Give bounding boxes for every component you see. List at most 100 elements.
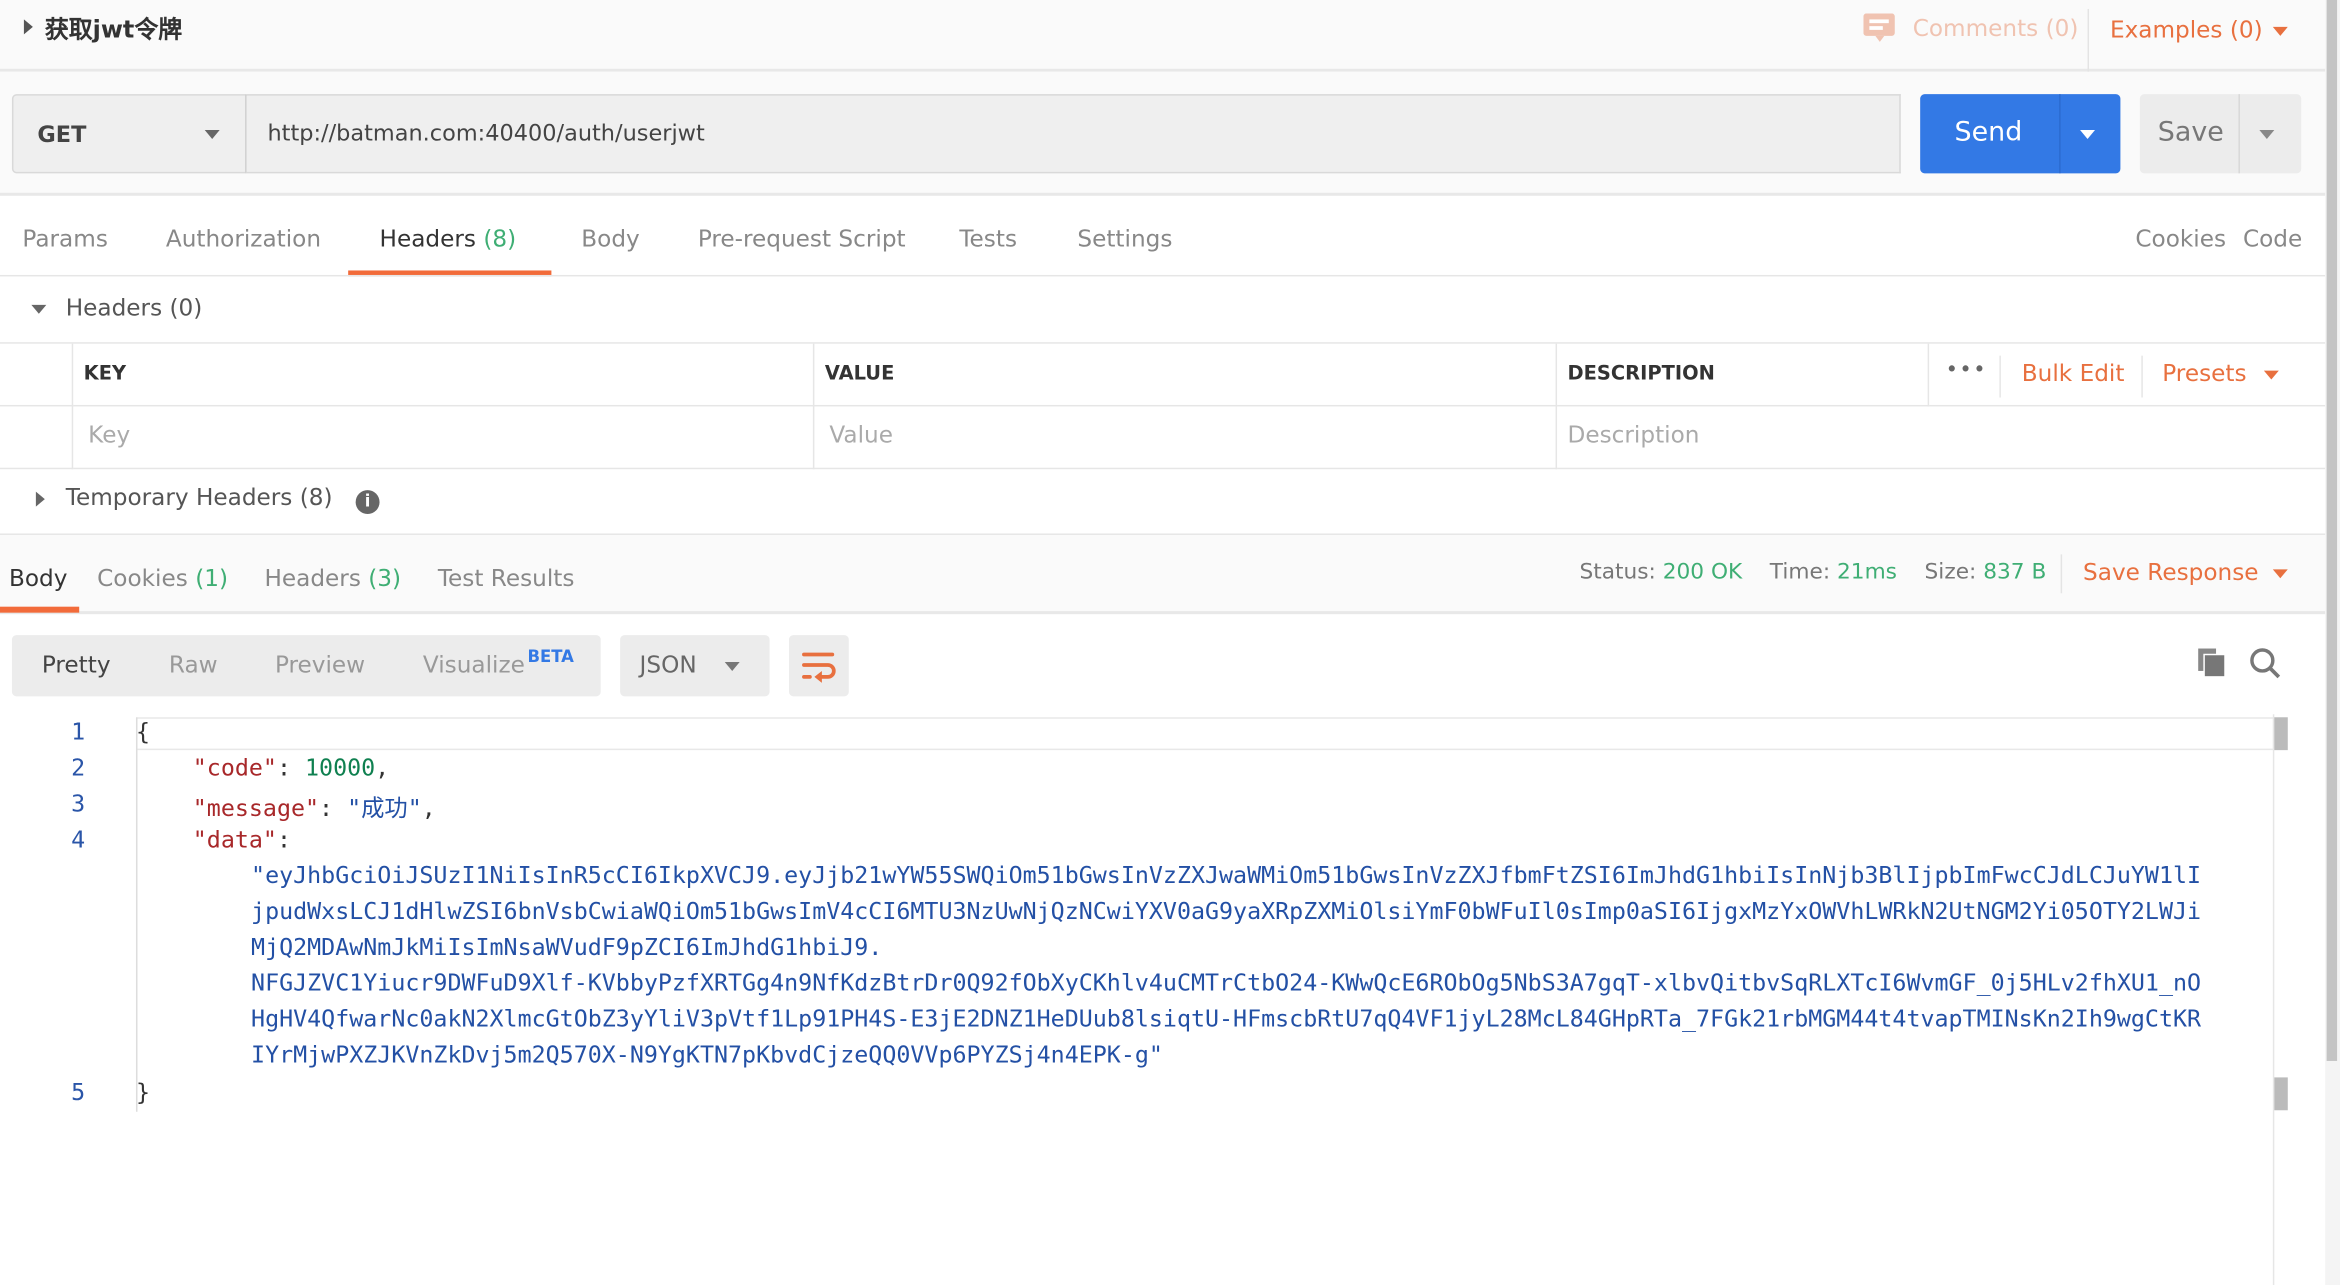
response-tab-body[interactable]: Body [9,565,67,592]
tab-pre-request-script[interactable]: Pre-request Script [698,226,906,253]
response-tab-headers[interactable]: Headers (3) [264,565,401,592]
send-button[interactable]: Send [1920,94,2121,174]
view-pretty[interactable]: Pretty [42,652,111,679]
cookies-link[interactable]: Cookies [2135,226,2226,253]
send-options-chevron-icon[interactable] [2080,130,2096,139]
divider [1999,355,2001,398]
json-string-line: NFGJZVC1Yiucr9DWFuD9Xlf-KVbbyPzfXRTGg4n9… [251,969,2202,997]
column-header-key: KEY [73,343,815,407]
value-input[interactable]: Value [814,406,1558,470]
tab-headers[interactable]: Headers (8) [380,226,517,253]
line-number: 5 [71,1078,86,1106]
tab-headers-count: (8) [483,225,517,253]
divider [2238,94,2240,174]
response-tab-cookies[interactable]: Cookies (1) [97,565,228,592]
view-visualize[interactable]: Visualize [423,652,525,679]
response-tab-test-results[interactable]: Test Results [438,565,575,592]
column-header-value: VALUE [814,343,1558,407]
description-input[interactable]: Description [1557,406,2326,470]
examples-chevron-icon[interactable] [2272,26,2288,36]
divider [2141,355,2143,398]
divider [2087,8,2090,78]
view-preview[interactable]: Preview [275,652,365,679]
view-raw[interactable]: Raw [169,652,218,679]
url-input[interactable]: http://batman.com:40400/auth/userjwt [245,94,1901,174]
active-line-highlight [137,717,2275,751]
expand-caret-icon[interactable] [35,491,45,507]
info-icon[interactable]: i [355,490,380,515]
wrap-lines-icon [802,652,836,683]
open-brace: { [135,718,151,746]
line-number: 4 [71,826,86,854]
line-number: 2 [71,754,86,782]
table-header-checkbox-col [0,343,74,407]
divider [2059,94,2061,174]
code-link[interactable]: Code [2243,226,2302,253]
collapse-caret-icon[interactable] [31,304,47,314]
line-number: 3 [71,790,86,818]
divider [2272,714,2275,1285]
json-string: "成功" [347,794,422,822]
save-button[interactable]: Save [2139,94,2302,174]
tab-count: (1) [195,564,229,592]
status-label: Status: [1579,560,1656,585]
column-header-description: DESCRIPTION [1557,343,1930,407]
tab-label: Headers [264,564,361,592]
json-line-data: "data": [192,826,291,854]
format-value: JSON [639,651,697,679]
time-label: Time: [1769,560,1831,585]
wrap-lines-button[interactable] [788,635,849,697]
save-response-dropdown[interactable]: Save Response [2083,559,2258,586]
method-value: GET [37,121,87,148]
more-options-icon[interactable]: ••• [1946,359,1988,383]
json-string-line: IYrMjwPXZJKVnZkDvj5m2Q570X-N9YgKTN7pKbvd… [251,1041,1163,1069]
tab-settings[interactable]: Settings [1077,226,1172,253]
close-brace: } [135,1078,151,1106]
editor-scrollbar-marker[interactable] [2274,1077,2288,1111]
expand-caret-icon[interactable] [23,19,33,35]
beta-badge: BETA [527,647,574,667]
size-value: 837 B [1983,560,2047,585]
copy-icon[interactable] [2198,648,2228,679]
headers-section-header[interactable] [0,276,2326,344]
method-chevron-icon[interactable] [204,130,220,139]
tab-label: Cookies [97,564,188,592]
json-string-line: MjQ2MDAwNmJkMiIsImNsaWVudF9pZCI6ImJhdG1h… [251,933,883,961]
examples-dropdown[interactable]: Examples (0) [2110,16,2263,43]
tab-tests[interactable]: Tests [959,226,1017,253]
json-string-line: "eyJhbGciOiJSUzI1NiIsInR5cCI6IkpXVCJ9.ey… [251,862,2202,890]
save-response-chevron-icon[interactable] [2272,569,2288,579]
line-number: 1 [71,718,86,746]
size-label: Size: [1924,560,1977,585]
send-label: Send [1954,116,2023,148]
presets-chevron-icon[interactable] [2263,370,2279,380]
format-select[interactable]: JSON [620,635,770,697]
search-icon[interactable] [2249,647,2282,680]
request-title[interactable]: 获取jwt令牌 [45,9,182,45]
tab-count: (3) [368,564,402,592]
page-scrollbar[interactable] [2325,0,2340,1285]
active-tab-indicator [0,606,80,613]
editor-scrollbar-thumb[interactable] [2274,717,2288,751]
save-options-chevron-icon[interactable] [2259,130,2275,139]
json-number: 10000 [305,754,376,782]
key-input[interactable]: Key [73,406,815,470]
tab-body[interactable]: Body [581,226,639,253]
tab-params[interactable]: Params [22,226,107,253]
save-label: Save [2157,116,2224,148]
json-key: "message" [192,794,320,822]
json-key: "data" [192,826,277,854]
response-meta: Status: 200 OK Time: 21ms Size: 837 B [1579,560,2046,584]
headers-section-title: Headers (0) [65,294,203,322]
comments-link[interactable]: Comments (0) [1913,15,2079,42]
page-scrollbar-thumb[interactable] [2326,0,2338,1061]
json-line-message: "message": "成功", [192,794,436,822]
temporary-headers-toggle[interactable]: Temporary Headers (8) [66,484,333,511]
bulk-edit-link[interactable]: Bulk Edit [2022,360,2125,387]
json-key: "code" [192,754,277,782]
presets-dropdown[interactable]: Presets [2162,360,2246,387]
row-checkbox-cell [0,406,74,470]
indent-guide [135,717,138,1112]
view-mode-segmented: Pretty Raw Preview Visualize BETA [11,635,601,697]
tab-authorization[interactable]: Authorization [166,226,321,253]
